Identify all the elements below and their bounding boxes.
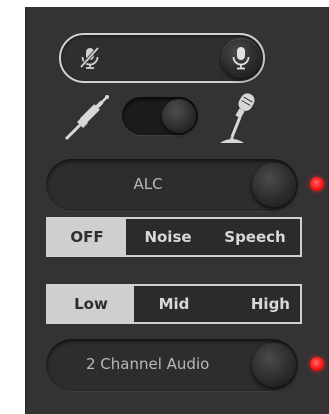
mic-toggle-knob[interactable] [221, 38, 261, 78]
alc-toggle[interactable]: ALC [46, 159, 298, 211]
noise-mode-noise[interactable]: Noise [126, 219, 210, 255]
level-low[interactable]: Low [48, 286, 134, 322]
input-source-toggle[interactable] [122, 97, 198, 135]
noise-mode-off[interactable]: OFF [48, 219, 126, 255]
mic-icon [232, 47, 250, 70]
level-selector: Low Mid High [46, 284, 302, 324]
audio-jack-icon [62, 93, 110, 143]
input-source-knob[interactable] [162, 99, 196, 133]
noise-mode-selector: OFF Noise Speech [46, 217, 302, 257]
alc-status-led [310, 177, 324, 191]
channel-status-led [310, 357, 324, 371]
microphone-stand-icon [216, 91, 262, 145]
alc-knob[interactable] [252, 163, 296, 207]
audio-control-panel: ALC OFF Noise Speech Low Mid High 2 Chan… [25, 7, 329, 414]
channel-audio-knob[interactable] [252, 343, 296, 387]
noise-mode-speech[interactable]: Speech [210, 219, 300, 255]
mic-mute-toggle[interactable] [59, 33, 265, 83]
channel-audio-toggle[interactable]: 2 Channel Audio [46, 339, 298, 391]
level-mid[interactable]: Mid [134, 286, 214, 322]
mic-muted-icon [77, 45, 103, 71]
alc-label: ALC [133, 175, 163, 193]
level-high[interactable]: High [214, 286, 300, 322]
